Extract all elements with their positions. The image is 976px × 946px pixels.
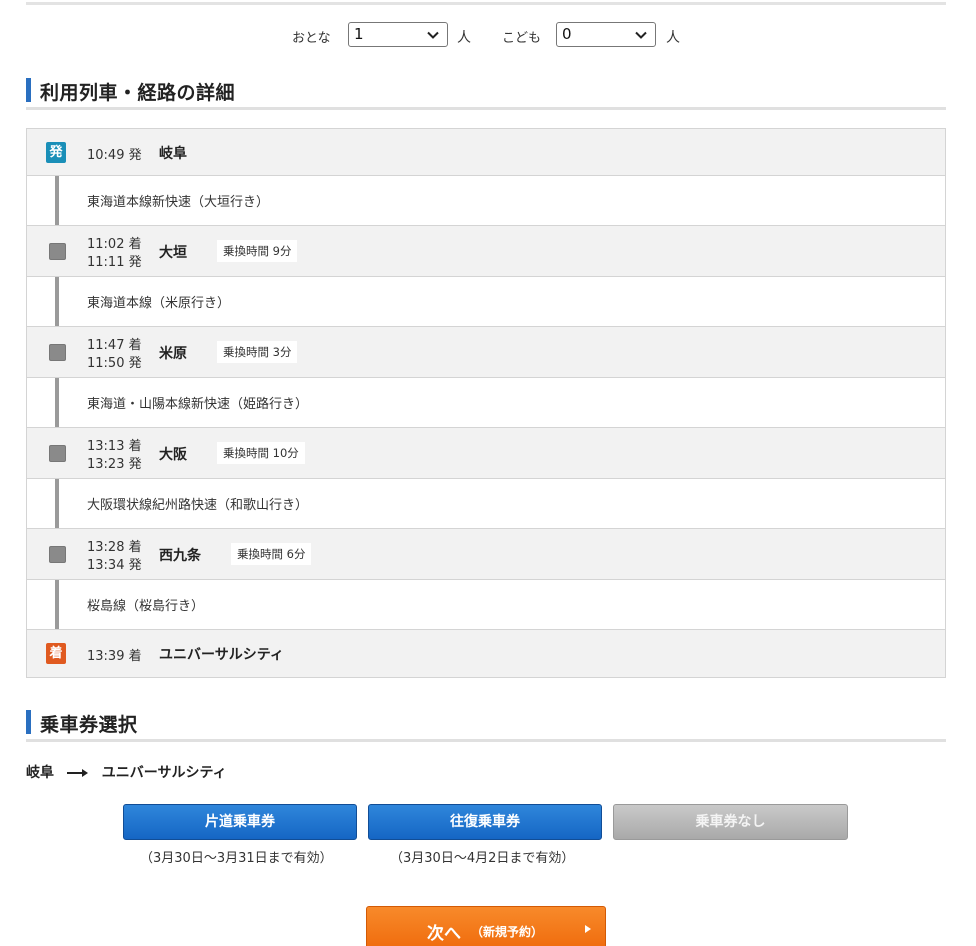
transfer-time-badge: 乗換時間 3分 [217,341,298,363]
transfer-station-name: 大垣 [159,245,187,261]
origin-station: 岐阜 [26,765,54,781]
destination-station: ユニバーサルシティ [101,765,227,781]
departure-time: 11:11 発 [87,255,142,270]
ticket-section-heading: 乗車券選択 [26,706,946,742]
route-detail-table: 発 10:49 発 岐阜 東海道本線新快速（大垣行き） 11:02 着 11:1… [26,128,946,678]
child-count-value: 0 [562,25,572,43]
train-line-name: 東海道本線（米原行き） [87,296,231,311]
arrival-station-row: 着 13:39 着 ユニバーサルシティ [27,630,945,677]
next-button[interactable]: 次へ （新規予約） [366,906,606,946]
train-line-name: 桜島線（桜島行き） [87,599,205,614]
departure-badge: 発 [46,142,66,163]
roundtrip-ticket-button[interactable]: 往復乗車券 [368,804,602,840]
train-line-name: 東海道・山陽本線新快速（姫路行き） [87,397,309,412]
departure-time: 13:23 発 [87,457,142,472]
train-line-row: 東海道・山陽本線新快速（姫路行き） [27,378,945,428]
origin-destination: 岐阜 ユニバーサルシティ [26,762,227,782]
departure-station-row: 発 10:49 発 岐阜 [27,129,945,176]
heading-accent-bar [26,710,31,734]
route-section-title: 利用列車・経路の詳細 [40,82,236,104]
child-count-select[interactable]: 0 [556,22,656,47]
arrival-time: 13:13 着 [87,439,142,454]
transfer-square-icon [49,243,66,260]
train-line-row: 東海道本線新快速（大垣行き） [27,176,945,226]
ticket-section-title: 乗車券選択 [40,714,138,736]
arrival-station-name: ユニバーサルシティ [159,647,284,663]
transfer-time-badge: 乗換時間 9分 [217,240,298,262]
adult-count-value: 1 [354,25,364,43]
transfer-time-badge: 乗換時間 6分 [231,543,312,565]
transfer-square-icon [49,445,66,462]
transfer-station-row: 13:13 着 13:23 発 大阪 乗換時間 10分 [27,428,945,479]
transfer-station-row: 11:47 着 11:50 発 米原 乗換時間 3分 [27,327,945,378]
route-line-bar [55,378,59,427]
transfer-station-name: 大阪 [159,447,187,463]
adult-label: おとな [292,31,331,46]
train-line-name: 大阪環状線紀州路快速（和歌山行き） [87,498,309,513]
route-line-bar [55,580,59,629]
arrival-badge: 着 [46,643,66,664]
child-label: こども [502,31,542,46]
transfer-station-row: 11:02 着 11:11 発 大垣 乗換時間 9分 [27,226,945,277]
arrival-time: 11:02 着 [87,237,142,252]
transfer-station-name: 米原 [159,346,187,362]
departure-time: 13:34 発 [87,558,142,573]
transfer-station-name: 西九条 [159,548,201,564]
transfer-station-row: 13:28 着 13:34 発 西九条 乗換時間 6分 [27,529,945,580]
heading-accent-bar [26,78,31,102]
transfer-square-icon [49,546,66,563]
oneway-validity: （3月30日～3月31日まで有効） [140,851,333,866]
train-line-row: 桜島線（桜島行き） [27,580,945,630]
transfer-square-icon [49,344,66,361]
heading-underline [26,739,946,742]
arrival-time: 13:39 着 [87,649,142,664]
departure-time: 11:50 発 [87,356,142,371]
child-unit: 人 [666,30,680,46]
no-ticket-button[interactable]: 乗車券なし [613,804,848,840]
adult-count-select[interactable]: 1 [348,22,448,47]
oneway-ticket-button[interactable]: 片道乗車券 [123,804,357,840]
route-section-heading: 利用列車・経路の詳細 [26,74,946,110]
next-button-label: 次へ [427,924,461,944]
transfer-time-badge: 乗換時間 10分 [217,442,305,464]
arrival-time: 11:47 着 [87,338,142,353]
departure-station-name: 岐阜 [159,146,187,162]
next-button-sublabel: （新規予約） [471,925,544,939]
adult-unit: 人 [457,30,471,46]
arrival-time: 13:28 着 [87,540,142,555]
chevron-down-icon [635,31,647,39]
arrow-right-icon [66,769,88,777]
train-line-row: 大阪環状線紀州路快速（和歌山行き） [27,479,945,529]
caret-right-icon [585,925,591,933]
train-line-name: 東海道本線新快速（大垣行き） [87,195,270,210]
train-line-row: 東海道本線（米原行き） [27,277,945,327]
chevron-down-icon [427,31,439,39]
route-line-bar [55,277,59,326]
roundtrip-validity: （3月30日～4月2日まで有効） [390,851,575,866]
route-line-bar [55,176,59,225]
passenger-selector-row: おとな 1 人 こども 0 人 [0,22,976,48]
route-line-bar [55,479,59,528]
top-divider [26,2,946,5]
departure-time: 10:49 発 [87,148,142,163]
heading-underline [26,107,946,110]
